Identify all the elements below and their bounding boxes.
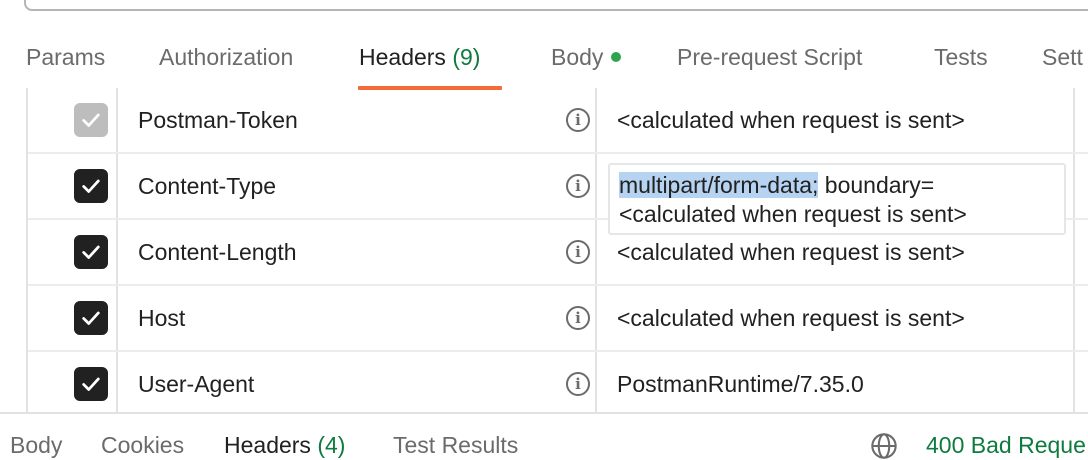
value-text: boundary= xyxy=(818,172,935,198)
header-value[interactable]: <calculated when request is sent> xyxy=(617,107,965,134)
header-key[interactable]: User-Agent xyxy=(138,371,254,398)
globe-icon[interactable] xyxy=(870,432,898,460)
tab-pre-request-script[interactable]: Pre-request Script xyxy=(677,44,862,71)
info-icon[interactable]: i xyxy=(566,240,590,264)
info-icon[interactable]: i xyxy=(566,306,590,330)
table-row: User-Agent i PostmanRuntime/7.35.0 xyxy=(28,352,1088,413)
tab-authorization[interactable]: Authorization xyxy=(159,44,293,71)
header-key[interactable]: Content-Type xyxy=(138,173,276,200)
row-checkbox[interactable] xyxy=(74,103,108,137)
header-key[interactable]: Content-Length xyxy=(138,239,297,266)
tab-headers[interactable]: Headers (9) xyxy=(359,44,480,71)
tab-settings[interactable]: Sett xyxy=(1042,44,1083,71)
table-row: Postman-Token i <calculated when request… xyxy=(28,88,1088,154)
info-icon[interactable]: i xyxy=(566,174,590,198)
checkmark-icon xyxy=(82,179,100,193)
header-value[interactable]: <calculated when request is sent> xyxy=(617,239,965,266)
headers-count: (9) xyxy=(452,44,481,70)
header-key[interactable]: Host xyxy=(138,305,185,332)
header-value-editor[interactable]: multipart/form-data; boundary= <calculat… xyxy=(608,163,1066,235)
info-icon[interactable]: i xyxy=(566,372,590,396)
table-row: Host i <calculated when request is sent> xyxy=(28,286,1088,352)
row-checkbox[interactable] xyxy=(74,235,108,269)
tab-tests[interactable]: Tests xyxy=(934,44,988,71)
tab-params[interactable]: Params xyxy=(26,44,105,71)
headers-table: Postman-Token i <calculated when request… xyxy=(26,88,1088,413)
checkmark-icon xyxy=(82,113,100,127)
header-value[interactable]: PostmanRuntime/7.35.0 xyxy=(617,371,864,398)
info-icon[interactable]: i xyxy=(566,108,590,132)
row-checkbox[interactable] xyxy=(74,301,108,335)
url-input[interactable] xyxy=(24,0,1088,11)
value-text-line2: <calculated when request is sent> xyxy=(619,201,967,227)
row-checkbox[interactable] xyxy=(74,367,108,401)
row-checkbox[interactable] xyxy=(74,169,108,203)
request-tabs: Params Authorization Headers (9) Body Pr… xyxy=(0,30,1088,90)
selected-text: multipart/form-data; xyxy=(619,172,819,198)
tab-body[interactable]: Body xyxy=(551,44,622,71)
header-key[interactable]: Postman-Token xyxy=(138,107,298,134)
response-headers-count: (4) xyxy=(317,432,346,458)
checkmark-icon xyxy=(82,311,100,325)
body-status-dot xyxy=(611,52,622,62)
checkmark-icon xyxy=(82,245,100,259)
response-tabs: Body Cookies Headers (4) Test Results 40… xyxy=(0,412,1088,459)
header-value[interactable]: <calculated when request is sent> xyxy=(617,305,965,332)
checkmark-icon xyxy=(82,377,100,391)
